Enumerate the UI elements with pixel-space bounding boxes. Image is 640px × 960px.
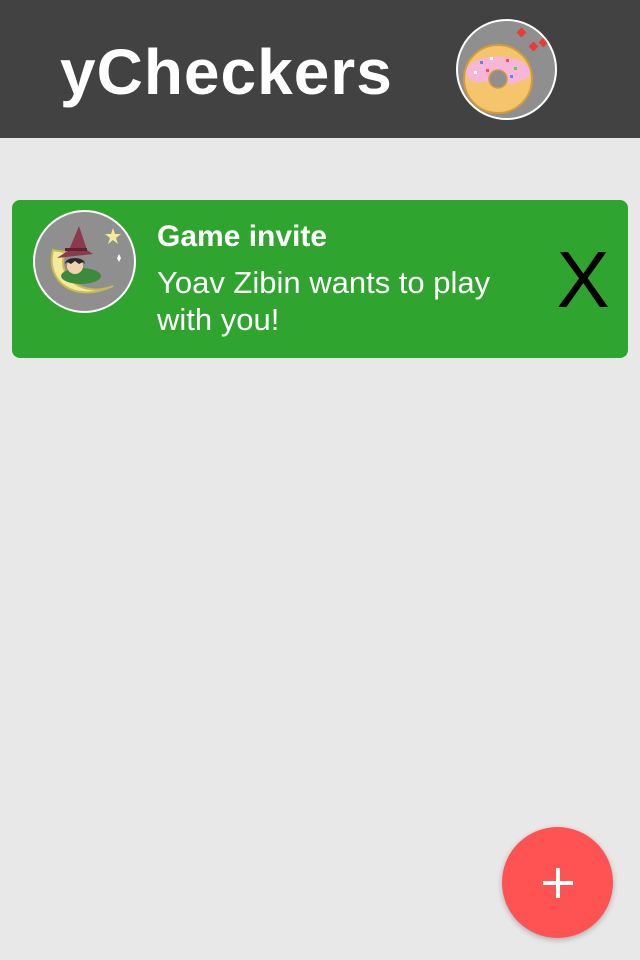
- game-invite-card[interactable]: Game invite Yoav Zibin wants to play wit…: [12, 200, 628, 358]
- plus-icon: [543, 868, 573, 898]
- app-title: yCheckers: [60, 36, 393, 108]
- donut-avatar-icon: [463, 27, 549, 114]
- new-game-button[interactable]: [502, 827, 613, 938]
- user-avatar[interactable]: [456, 19, 557, 120]
- app-header: yCheckers: [0, 0, 640, 138]
- invite-message: Yoav Zibin wants to play with you!: [157, 265, 491, 337]
- witch-on-moon-avatar-icon: [50, 226, 121, 294]
- dismiss-button[interactable]: X: [550, 238, 616, 322]
- inviter-avatar: [33, 210, 136, 313]
- invite-title: Game invite: [157, 220, 328, 253]
